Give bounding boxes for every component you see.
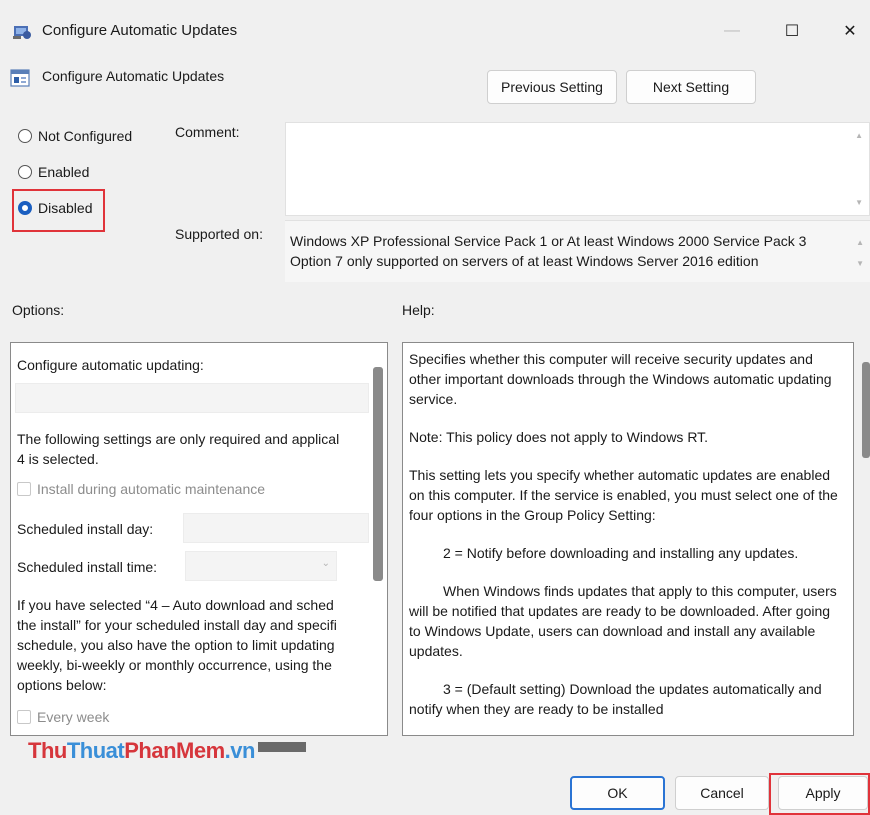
- checkbox-label: Every week: [37, 709, 110, 725]
- checkbox-icon[interactable]: [17, 710, 31, 724]
- help-paragraph: Specifies whether this computer will rec…: [409, 351, 832, 407]
- apply-highlight-box: [769, 773, 870, 815]
- supported-line: Windows XP Professional Service Pack 1 o…: [290, 233, 807, 249]
- settings-note-line: 4 is selected.: [17, 451, 99, 467]
- help-paragraph: 2 = Notify before downloading and instal…: [443, 545, 799, 561]
- settings-note-line: The following settings are only required…: [17, 431, 340, 447]
- policy-name: Configure Automatic Updates: [42, 68, 225, 84]
- install-day-label: Scheduled install day:: [17, 521, 154, 537]
- window-title: Configure Automatic Updates: [42, 22, 238, 39]
- help-scrollbar[interactable]: [862, 362, 870, 458]
- radio-circle[interactable]: [18, 165, 32, 179]
- cancel-button[interactable]: Cancel: [675, 776, 769, 810]
- disabled-highlight-box: [12, 189, 105, 232]
- policy-setting-icon: [10, 69, 30, 87]
- help-paragraph: Note: This policy does not apply to Wind…: [409, 429, 709, 445]
- scroll-up-icon[interactable]: ▲: [856, 233, 864, 253]
- radio-label: Enabled: [38, 164, 90, 180]
- comment-textbox[interactable]: ▲ ▼: [285, 122, 870, 216]
- install-day-dropdown[interactable]: [183, 513, 369, 543]
- help-label: Help:: [402, 302, 435, 318]
- options-label: Options:: [12, 302, 65, 318]
- schedule-text-line: the install” for your scheduled install …: [17, 617, 337, 633]
- radio-enabled[interactable]: Enabled: [18, 164, 89, 180]
- previous-setting-button[interactable]: Previous Setting: [487, 70, 617, 104]
- supported-line: Option 7 only supported on servers of at…: [290, 253, 759, 269]
- horizontal-scroll-thumb[interactable]: [258, 742, 306, 752]
- help-paragraph: When Windows finds updates that apply to…: [409, 583, 837, 659]
- help-paragraph: 3 = (Default setting) Download the updat…: [409, 681, 822, 717]
- checkbox-icon[interactable]: [17, 482, 31, 496]
- supported-on-box: Windows XP Professional Service Pack 1 o…: [285, 220, 870, 282]
- watermark-logo: ThuThuatPhanMem.vn: [28, 738, 255, 763]
- install-time-label: Scheduled install time:: [17, 559, 158, 575]
- ok-button[interactable]: OK: [570, 776, 665, 810]
- schedule-text-line: weekly, bi-weekly or monthly occurrence,…: [17, 657, 332, 673]
- scroll-down-icon[interactable]: ▼: [855, 198, 863, 207]
- help-panel[interactable]: Specifies whether this computer will rec…: [402, 342, 854, 736]
- radio-circle[interactable]: [18, 129, 32, 143]
- next-setting-button[interactable]: Next Setting: [626, 70, 756, 104]
- scroll-up-icon[interactable]: ▲: [855, 131, 863, 140]
- scroll-down-icon[interactable]: ▼: [856, 254, 864, 274]
- checkbox-label: Install during automatic maintenance: [37, 481, 266, 497]
- help-paragraph: This setting lets you specify whether au…: [409, 467, 838, 523]
- configure-updating-label: Configure automatic updating:: [17, 357, 204, 373]
- minimize-button[interactable]: —: [710, 16, 754, 46]
- supported-on-label: Supported on:: [175, 226, 263, 242]
- maximize-button[interactable]: ☐: [770, 16, 814, 46]
- install-maintenance-checkbox[interactable]: Install during automatic maintenance: [17, 479, 265, 499]
- comment-label: Comment:: [175, 124, 240, 140]
- close-button[interactable]: ✕: [828, 16, 870, 46]
- radio-label: Not Configured: [38, 128, 133, 144]
- schedule-text-line: options below:: [17, 677, 107, 693]
- install-time-dropdown[interactable]: ⌄: [185, 551, 337, 581]
- chevron-down-icon: ⌄: [321, 558, 330, 569]
- options-scrollbar[interactable]: [373, 367, 383, 581]
- every-week-checkbox[interactable]: Every week: [17, 707, 109, 727]
- radio-not-configured[interactable]: Not Configured: [18, 128, 132, 144]
- help-text: Specifies whether this computer will rec…: [409, 349, 843, 735]
- schedule-text-line: If you have selected “4 – Auto download …: [17, 597, 334, 613]
- schedule-text-line: schedule, you also have the option to li…: [17, 637, 335, 653]
- options-panel[interactable]: Configure automatic updating: The follow…: [10, 342, 388, 736]
- configure-updating-dropdown[interactable]: [15, 383, 369, 413]
- group-policy-icon: [13, 26, 31, 39]
